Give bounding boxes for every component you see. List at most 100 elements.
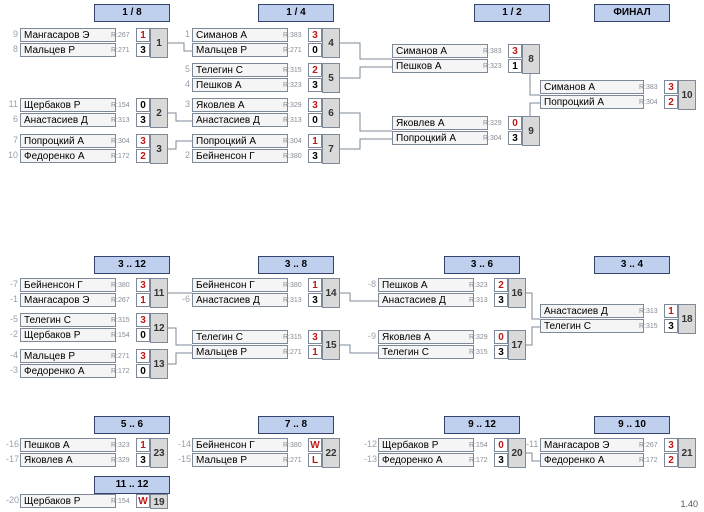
seed: -4 (6, 350, 18, 360)
player: Пешков А (192, 78, 288, 92)
score: 3 (136, 453, 150, 467)
rating: R:313 (111, 117, 130, 124)
player: Бейненсон Г (192, 278, 288, 292)
match-number: 22 (322, 438, 340, 468)
score: 3 (136, 349, 150, 363)
player: Симанов А (540, 80, 644, 94)
score: 3 (508, 44, 522, 58)
player: Мальцев Р (20, 349, 116, 363)
seed: -20 (6, 495, 18, 505)
score: 3 (308, 149, 322, 163)
score: 1 (136, 293, 150, 307)
match-21: -11Мангасаров ЭR:2673Федоренко АR:172221 (540, 438, 687, 468)
score: 1 (308, 345, 322, 359)
score: 3 (308, 330, 322, 344)
seed: -11 (526, 439, 538, 449)
score: 3 (308, 98, 322, 112)
round-header-r56: 5 .. 6 (94, 416, 170, 434)
seed: 6 (6, 114, 18, 124)
match-4: 1Симанов АR:3833Мальцев РR:27104 (192, 28, 339, 58)
player: Попроцкий А (192, 134, 288, 148)
seed: -6 (178, 294, 190, 304)
match-number: 4 (322, 28, 340, 58)
match-number: 20 (508, 438, 526, 468)
seed: -14 (178, 439, 190, 449)
match-number: 9 (522, 116, 540, 146)
player: Щербаков Р (20, 494, 116, 508)
match-number: 6 (322, 98, 340, 128)
match-number: 10 (678, 80, 696, 110)
rating: R:172 (111, 368, 130, 375)
seed: -17 (6, 454, 18, 464)
rating: R:271 (111, 353, 130, 360)
score: 3 (664, 438, 678, 452)
rating: R:304 (483, 135, 502, 142)
player: Яковлев А (20, 453, 116, 467)
player: Федоренко А (20, 364, 116, 378)
rating: R:329 (469, 334, 488, 341)
rating: R:271 (283, 47, 302, 54)
score: 0 (494, 438, 508, 452)
player: Бейненсон Г (192, 149, 288, 163)
score: W (308, 438, 322, 452)
score: 3 (494, 453, 508, 467)
score: 1 (308, 278, 322, 292)
round-header-r912: 9 .. 12 (444, 416, 520, 434)
score: 0 (136, 328, 150, 342)
player: Щербаков Р (20, 98, 116, 112)
player: Анастасиев Д (378, 293, 474, 307)
round-header-r910: 9 .. 10 (594, 416, 670, 434)
score: 3 (494, 293, 508, 307)
round-header-r18: 1 / 8 (94, 4, 170, 22)
player: Анастасиев Д (540, 304, 644, 318)
match-number: 12 (150, 313, 168, 343)
score: 3 (308, 293, 322, 307)
player: Мальцев Р (20, 43, 116, 57)
rating: R:172 (469, 457, 488, 464)
match-number: 3 (150, 134, 168, 164)
rating: R:315 (639, 323, 658, 330)
match-15: Телегин СR:3153Мальцев РR:271115 (192, 330, 339, 360)
player: Мангасаров Э (540, 438, 644, 452)
score: 3 (136, 113, 150, 127)
match-number: 8 (522, 44, 540, 74)
seed: -2 (6, 329, 18, 339)
seed: 7 (6, 135, 18, 145)
player: Попроцкий А (540, 95, 644, 109)
match-7: Попроцкий АR:30412Бейненсон ГR:38037 (192, 134, 339, 164)
player: Федоренко А (378, 453, 474, 467)
seed: -3 (6, 365, 18, 375)
match-18: Анастасиев ДR:3131Телегин СR:315318 (540, 304, 687, 334)
score: 0 (308, 113, 322, 127)
player: Телегин С (192, 330, 288, 344)
seed: 1 (178, 29, 190, 39)
score: W (136, 494, 150, 508)
score: 2 (136, 149, 150, 163)
rating: R:383 (283, 32, 302, 39)
player: Телегин С (192, 63, 288, 77)
match-19: -20Щербаков РR:154W19 (20, 494, 167, 509)
player: Яковлев А (192, 98, 288, 112)
seed: -12 (364, 439, 376, 449)
score: 3 (136, 134, 150, 148)
rating: R:380 (283, 282, 302, 289)
rating: R:172 (639, 457, 658, 464)
score: 2 (494, 278, 508, 292)
match-6: 3Яковлев АR:3293Анастасиев ДR:31306 (192, 98, 339, 128)
seed: -15 (178, 454, 190, 464)
rating: R:315 (283, 334, 302, 341)
score: 1 (308, 134, 322, 148)
score: 1 (664, 304, 678, 318)
score: 3 (136, 278, 150, 292)
player: Телегин С (378, 345, 474, 359)
seed: -1 (6, 294, 18, 304)
score: 3 (308, 78, 322, 92)
rating: R:267 (111, 32, 130, 39)
round-header-r38: 3 .. 8 (258, 256, 334, 274)
round-header-r78: 7 .. 8 (258, 416, 334, 434)
player: Бейненсон Г (20, 278, 116, 292)
match-16: -8Пешков АR:3232Анастасиев ДR:313316 (378, 278, 525, 308)
match-12: -5Телегин СR:3153-2Щербаков РR:154012 (20, 313, 167, 343)
score: 1 (136, 438, 150, 452)
rating: R:323 (483, 63, 502, 70)
